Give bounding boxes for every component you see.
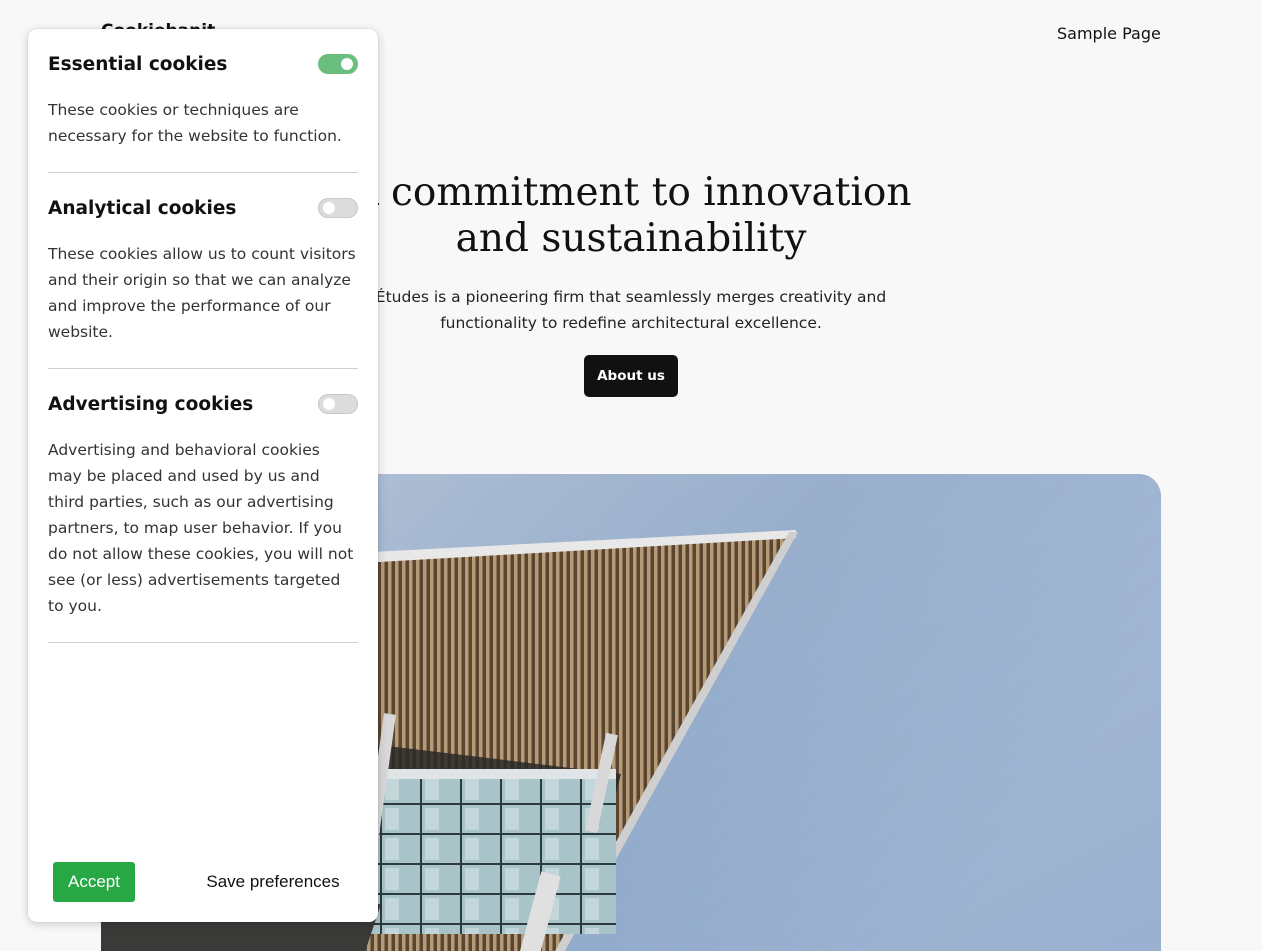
hero-heading-line2: and sustainability	[455, 216, 807, 261]
hero-heading-line1: A commitment to innovation	[350, 170, 912, 215]
analytical-cookies-toggle[interactable]	[318, 198, 358, 218]
toggle-knob	[323, 202, 335, 214]
toggle-knob	[341, 58, 353, 70]
cookie-section-title: Analytical cookies	[48, 197, 237, 219]
cookie-section-essential: Essential cookies These cookies or techn…	[48, 49, 358, 149]
hero-subtext: Études is a pioneering firm that seamles…	[320, 284, 942, 336]
cookie-section-description: These cookies allow us to count visitors…	[48, 245, 356, 341]
divider	[48, 368, 358, 369]
cookie-section-description: These cookies or techniques are necessar…	[48, 101, 342, 145]
hero-subtext-line1: Études is a pioneering firm that seamles…	[375, 288, 887, 306]
toggle-knob	[323, 398, 335, 410]
cookie-section-analytical: Analytical cookies These cookies allow u…	[48, 193, 358, 345]
advertising-cookies-toggle[interactable]	[318, 394, 358, 414]
divider	[48, 642, 358, 643]
cookie-section-title: Advertising cookies	[48, 393, 254, 415]
cookie-section-description: Advertising and behavioral cookies may b…	[48, 441, 354, 615]
page: Cookiebanit Sample Page A commitment to …	[0, 0, 1262, 951]
accept-button[interactable]: Accept	[53, 862, 135, 902]
nav-sample-page[interactable]: Sample Page	[1057, 24, 1161, 43]
about-us-button[interactable]: About us	[584, 355, 678, 397]
divider	[48, 172, 358, 173]
save-preferences-button[interactable]: Save preferences	[198, 862, 348, 902]
hero-heading: A commitment to innovation and sustainab…	[320, 170, 942, 262]
cookie-section-advertising: Advertising cookies Advertising and beha…	[48, 389, 358, 619]
cookie-section-title: Essential cookies	[48, 53, 228, 75]
essential-cookies-toggle[interactable]	[318, 54, 358, 74]
cookie-preferences-panel: Essential cookies These cookies or techn…	[28, 29, 378, 922]
hero-subtext-line2: functionality to redefine architectural …	[440, 314, 822, 332]
